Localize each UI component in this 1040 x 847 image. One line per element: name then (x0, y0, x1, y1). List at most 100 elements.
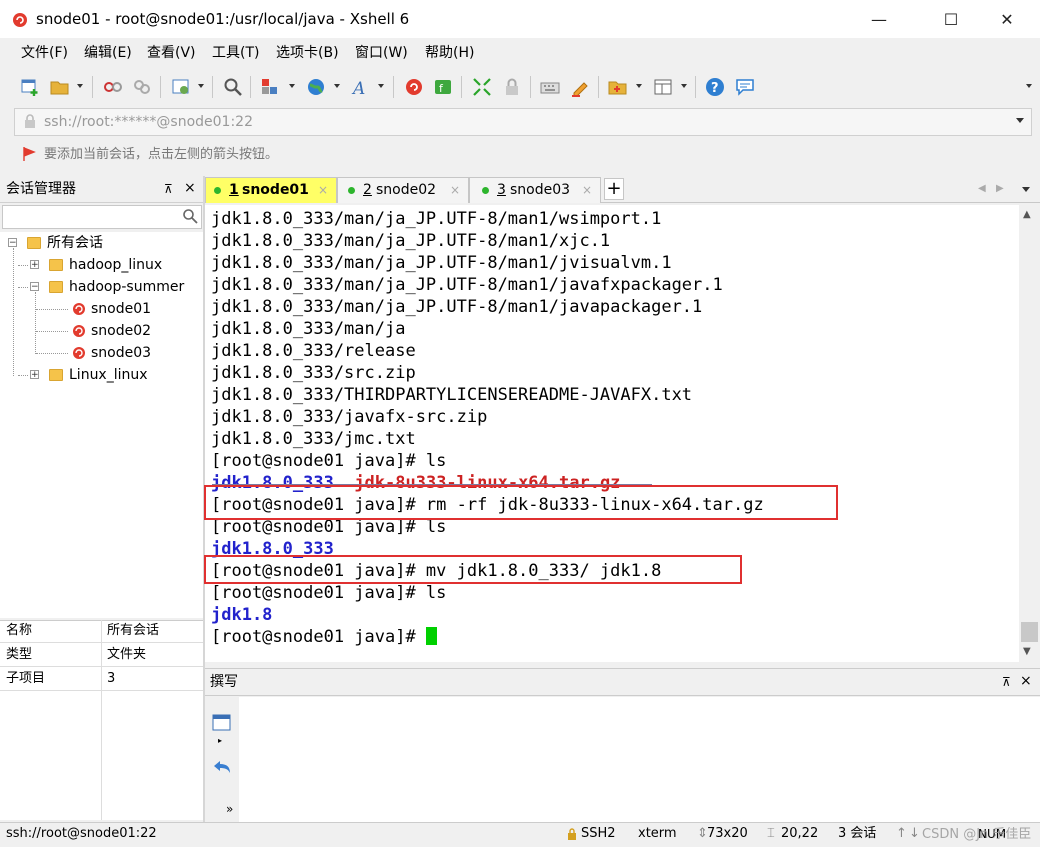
compose-close-icon[interactable]: × (1020, 673, 1032, 689)
tab-snode01[interactable]: 1 snode01 × (205, 177, 337, 203)
xshell-logo-icon[interactable] (404, 77, 424, 97)
font-dropdown-caret[interactable] (378, 84, 384, 88)
tab-list-dropdown-caret[interactable] (1022, 187, 1030, 192)
disconnect-icon[interactable] (103, 77, 123, 97)
toolbar-separator (212, 76, 213, 98)
globe-dropdown-caret[interactable] (334, 84, 340, 88)
scroll-down-icon[interactable]: ▼ (1023, 646, 1031, 657)
keyboard-icon[interactable] (540, 77, 560, 97)
toolbar-separator (461, 76, 462, 98)
terminal-scrollbar[interactable] (1019, 205, 1040, 662)
tree-folder-hadoop-summer[interactable]: hadoop-summer (69, 276, 184, 298)
address-dropdown-caret[interactable] (1016, 118, 1024, 123)
session-up-icon[interactable]: ↑ (896, 826, 907, 842)
layout-icon[interactable] (653, 77, 673, 97)
maximize-button[interactable]: ☐ (928, 0, 974, 38)
properties-dropdown-caret[interactable] (198, 84, 204, 88)
pin-icon[interactable]: ⊼ (164, 182, 173, 196)
menu-help[interactable]: 帮助(H) (425, 44, 474, 62)
layout-dropdown-caret[interactable] (681, 84, 687, 88)
tree-root-all-sessions[interactable]: 所有会话 (47, 232, 103, 254)
minimize-button[interactable]: — (856, 0, 902, 38)
toolbar-separator (598, 76, 599, 98)
find-icon[interactable] (223, 77, 243, 97)
tab-scroll-right-icon[interactable]: ▶ (996, 183, 1004, 194)
compose-window-icon[interactable] (212, 714, 231, 731)
reconnect-icon[interactable] (132, 77, 152, 97)
toolbar-separator (92, 76, 93, 98)
open-dropdown-caret[interactable] (77, 84, 83, 88)
scrollbar-thumb[interactable] (1021, 622, 1038, 642)
open-folder-icon[interactable] (50, 77, 70, 97)
menu-edit[interactable]: 编辑(E) (84, 44, 132, 62)
terminal-cursor (425, 627, 437, 645)
menu-view[interactable]: 查看(V) (147, 44, 196, 62)
menu-tools[interactable]: 工具(T) (212, 44, 259, 62)
csdn-watermark: CSDN @Jn 乐佳臣 (922, 827, 1032, 842)
svg-text:?: ? (711, 81, 719, 96)
highlight-pen-icon[interactable] (570, 77, 590, 97)
add-tab-button[interactable]: + (604, 178, 624, 200)
collapse-toggle[interactable]: − (8, 238, 17, 248)
new-session-icon[interactable] (20, 77, 40, 97)
fullscreen-icon[interactable] (472, 77, 492, 97)
menu-tabs[interactable]: 选项卡(B) (276, 44, 339, 62)
expand-toggle[interactable]: + (30, 370, 39, 380)
font-icon[interactable]: A (351, 77, 371, 97)
highlight-box-rm (204, 485, 838, 520)
tree-folder-hadoop-linux[interactable]: hadoop_linux (69, 254, 162, 276)
tree-connector (36, 309, 68, 310)
tab-scroll-left-icon[interactable]: ◀ (978, 183, 986, 194)
tree-connector (36, 331, 68, 332)
add-folder-icon[interactable] (608, 77, 628, 97)
menu-file[interactable]: 文件(F) (21, 44, 68, 62)
hint-text: 要添加当前会话，点击左侧的箭头按钮。 (44, 147, 279, 162)
help-icon[interactable]: ? (705, 77, 725, 97)
session-down-icon[interactable]: ↓ (909, 826, 920, 842)
cursor-position-icon: ⌶ (767, 826, 775, 841)
compose-pin-icon[interactable]: ⊼ (1002, 675, 1011, 689)
window-title: snode01 - root@snode01:/usr/local/java -… (36, 10, 410, 28)
xshell-app-icon (13, 13, 27, 27)
collapse-toggle[interactable]: − (30, 282, 39, 292)
globe-icon[interactable] (306, 77, 326, 97)
property-key: 类型 (0, 644, 101, 667)
tree-folder-linux-linux[interactable]: Linux_linux (69, 364, 148, 386)
address-text: ssh://root:******@snode01:22 (44, 114, 253, 130)
toolbar-overflow-caret[interactable] (1026, 84, 1032, 88)
bookmark-arrow-icon[interactable] (22, 146, 36, 162)
terminal-line: [root@snode01 java]# ls (211, 583, 447, 603)
close-panel-icon[interactable]: × (184, 180, 196, 196)
sftp-transfer-icon[interactable] (260, 77, 280, 97)
tab-snode03[interactable]: 3 snode03 × (469, 177, 601, 203)
close-window-button[interactable]: ✕ (984, 0, 1030, 38)
connected-status-dot (482, 187, 489, 194)
expand-toggle[interactable]: + (30, 260, 39, 270)
tab-snode02[interactable]: 2 snode02 × (337, 177, 469, 203)
lock-screen-icon[interactable] (502, 77, 522, 97)
sftp-dropdown-caret[interactable] (289, 84, 295, 88)
menu-window[interactable]: 窗口(W) (355, 44, 408, 62)
properties-icon[interactable] (171, 77, 191, 97)
compose-expand-icon[interactable]: ▸ (218, 736, 222, 745)
tab-close-icon[interactable]: × (318, 178, 328, 202)
undo-arrow-icon[interactable] (212, 758, 232, 776)
chat-icon[interactable] (735, 77, 755, 97)
directory-entry: jdk1.8 (211, 605, 273, 625)
tab-number: 2 (363, 182, 372, 198)
tree-session-snode03[interactable]: snode03 (91, 342, 151, 364)
xftp-icon[interactable]: f (433, 77, 453, 97)
tab-close-icon[interactable]: × (450, 178, 460, 202)
scroll-up-icon[interactable]: ▲ (1023, 209, 1031, 220)
tree-session-snode01[interactable]: snode01 (91, 298, 151, 320)
terminal-line: jdk1.8.0_333/THIRDPARTYLICENSEREADME-JAV… (211, 385, 693, 405)
tab-close-icon[interactable]: × (582, 178, 592, 202)
compose-more-icon[interactable]: » (226, 802, 233, 816)
status-connection: ssh://root@snode01:22 (6, 826, 157, 841)
compose-input[interactable] (239, 697, 1040, 822)
property-value: 文件夹 (101, 644, 203, 667)
folder-dropdown-caret[interactable] (636, 84, 642, 88)
search-icon[interactable] (182, 208, 198, 224)
session-search-input[interactable] (2, 205, 202, 229)
tree-session-snode02[interactable]: snode02 (91, 320, 151, 342)
